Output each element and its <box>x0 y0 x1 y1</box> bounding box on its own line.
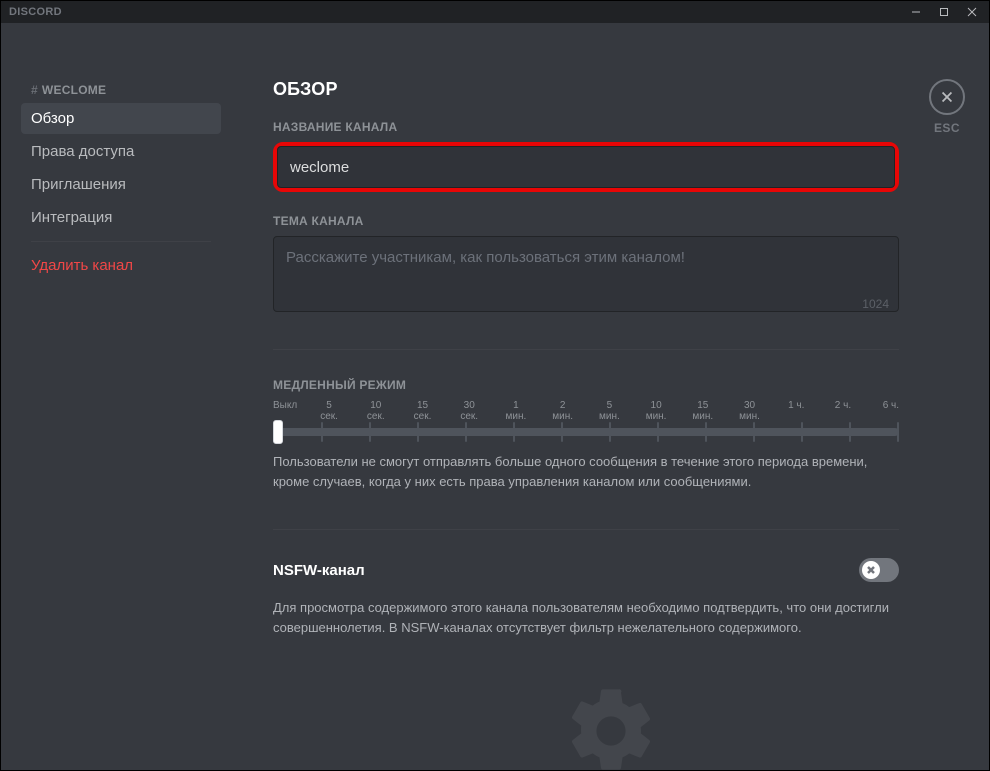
slowmode-tick-label-6: 2 мин. <box>539 400 586 422</box>
channel-topic-label: ТЕМА КАНАЛА <box>273 214 899 228</box>
slowmode-tick-label-3: 15 сек. <box>399 400 446 422</box>
slowmode-tick-7 <box>609 422 611 442</box>
page-title: ОБЗОР <box>273 79 899 100</box>
minimize-button[interactable] <box>903 1 929 23</box>
slowmode-tick-5 <box>513 422 515 442</box>
sidebar-item-2[interactable]: Приглашения <box>21 169 221 200</box>
window-controls <box>903 1 985 23</box>
channel-name-highlight <box>273 142 899 192</box>
slowmode-tick-12 <box>849 422 851 442</box>
slowmode-tick-2 <box>369 422 371 442</box>
channel-name-input[interactable] <box>277 146 895 188</box>
close-settings-region: ESC <box>929 79 965 135</box>
slowmode-tick-label-8: 10 мин. <box>633 400 680 422</box>
slowmode-tick-label-2: 10 сек. <box>352 400 399 422</box>
slowmode-tick-3 <box>417 422 419 442</box>
main-content: ОБЗОР НАЗВАНИЕ КАНАЛА ТЕМА КАНАЛА 1024 М… <box>233 23 989 770</box>
gear-icon <box>561 681 661 770</box>
divider <box>273 349 899 350</box>
nsfw-help-text: Для просмотра содержимого этого канала п… <box>273 598 899 637</box>
hash-icon: # <box>31 83 38 97</box>
sidebar-item-0[interactable]: Обзор <box>21 103 221 134</box>
slowmode-slider[interactable] <box>273 428 899 436</box>
topic-char-limit: 1024 <box>273 297 899 311</box>
slowmode-tick-9 <box>705 422 707 442</box>
sidebar-item-3[interactable]: Интеграция <box>21 202 221 233</box>
slowmode-tick-label-1: 5 сек. <box>306 400 353 422</box>
slowmode-tick-11 <box>801 422 803 442</box>
slowmode-tick-label-4: 30 сек. <box>446 400 493 422</box>
slowmode-tick-13 <box>897 422 899 442</box>
sidebar-channel-name: WECLOME <box>42 83 106 97</box>
slowmode-help-text: Пользователи не смогут отправлять больше… <box>273 452 899 491</box>
close-settings-button[interactable] <box>929 79 965 115</box>
app-brand: DISCORD <box>9 6 62 18</box>
titlebar: DISCORD <box>1 1 989 23</box>
slowmode-tick-label-10: 30 мин. <box>726 400 773 422</box>
slowmode-tick-8 <box>657 422 659 442</box>
slowmode-tick-10 <box>753 422 755 442</box>
slowmode-tick-label-13: 6 ч. <box>866 400 899 422</box>
slowmode-tick-label-12: 2 ч. <box>820 400 867 422</box>
divider <box>273 529 899 530</box>
slowmode-tick-label-7: 5 мин. <box>586 400 633 422</box>
slowmode-label: МЕДЛЕННЫЙ РЕЖИМ <box>273 378 899 392</box>
slowmode-tick-4 <box>465 422 467 442</box>
slowmode-tick-marks <box>273 428 899 436</box>
slowmode-tick-6 <box>561 422 563 442</box>
sidebar-separator <box>31 241 211 242</box>
nsfw-title: NSFW-канал <box>273 562 365 579</box>
toggle-knob <box>862 561 880 579</box>
slowmode-tick-label-0: Выкл <box>273 400 306 422</box>
slowmode-tick-label-5: 1 мин. <box>493 400 540 422</box>
channel-name-label: НАЗВАНИЕ КАНАЛА <box>273 120 899 134</box>
maximize-button[interactable] <box>931 1 957 23</box>
slowmode-tick-1 <box>321 422 323 442</box>
slowmode-tick-label-9: 15 мин. <box>679 400 726 422</box>
slowmode-slider-thumb[interactable] <box>273 420 283 444</box>
slowmode-tick-label-11: 1 ч. <box>773 400 820 422</box>
sidebar-item-1[interactable]: Права доступа <box>21 136 221 167</box>
sidebar: # WECLOME ОбзорПрава доступаПриглашенияИ… <box>1 23 233 770</box>
nsfw-toggle[interactable] <box>859 558 899 582</box>
sidebar-channel-header: # WECLOME <box>21 83 221 103</box>
close-settings-label: ESC <box>929 121 965 135</box>
slowmode-tick-labels: Выкл5 сек.10 сек.15 сек.30 сек.1 мин.2 м… <box>273 400 899 422</box>
close-window-button[interactable] <box>959 1 985 23</box>
sidebar-item-delete-channel[interactable]: Удалить канал <box>21 250 221 281</box>
